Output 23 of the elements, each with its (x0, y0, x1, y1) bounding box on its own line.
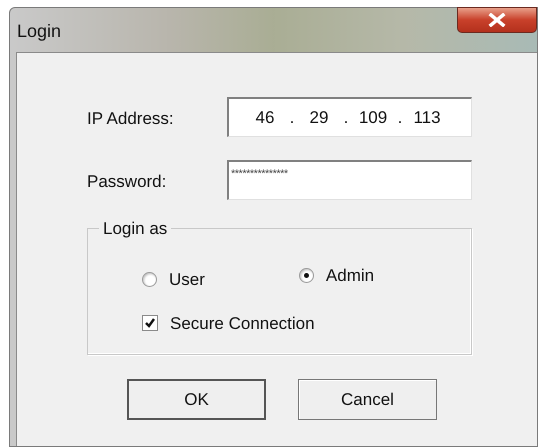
cancel-button[interactable]: Cancel (298, 379, 437, 420)
radio-label: User (169, 269, 205, 291)
password-value: *************** (231, 167, 288, 182)
password-label: Password: (87, 171, 168, 194)
radio-label: Admin (326, 265, 374, 287)
password-field[interactable]: *************** (227, 160, 472, 200)
radio-button[interactable] (298, 268, 314, 284)
ip-octet: 109 (358, 106, 388, 129)
window-title: Login (17, 20, 62, 43)
ip-separator: . (342, 106, 350, 129)
ip-separator: . (396, 106, 404, 129)
ip-octet: 46 (254, 106, 276, 129)
ip-separator: . (288, 106, 296, 129)
checkbox-label: Secure Connection (170, 312, 315, 334)
ip-address-field[interactable]: 46 . 29 . 109 . 113 (227, 97, 472, 137)
close-icon (488, 13, 506, 27)
ip-address-label: IP Address: (87, 108, 175, 130)
close-button[interactable] (457, 7, 537, 33)
ip-octet: 29 (308, 106, 330, 129)
radio-button[interactable] (142, 272, 157, 288)
ok-button[interactable]: OK (127, 379, 266, 420)
checkbox[interactable] (142, 315, 158, 332)
ip-octet: 113 (412, 106, 442, 129)
